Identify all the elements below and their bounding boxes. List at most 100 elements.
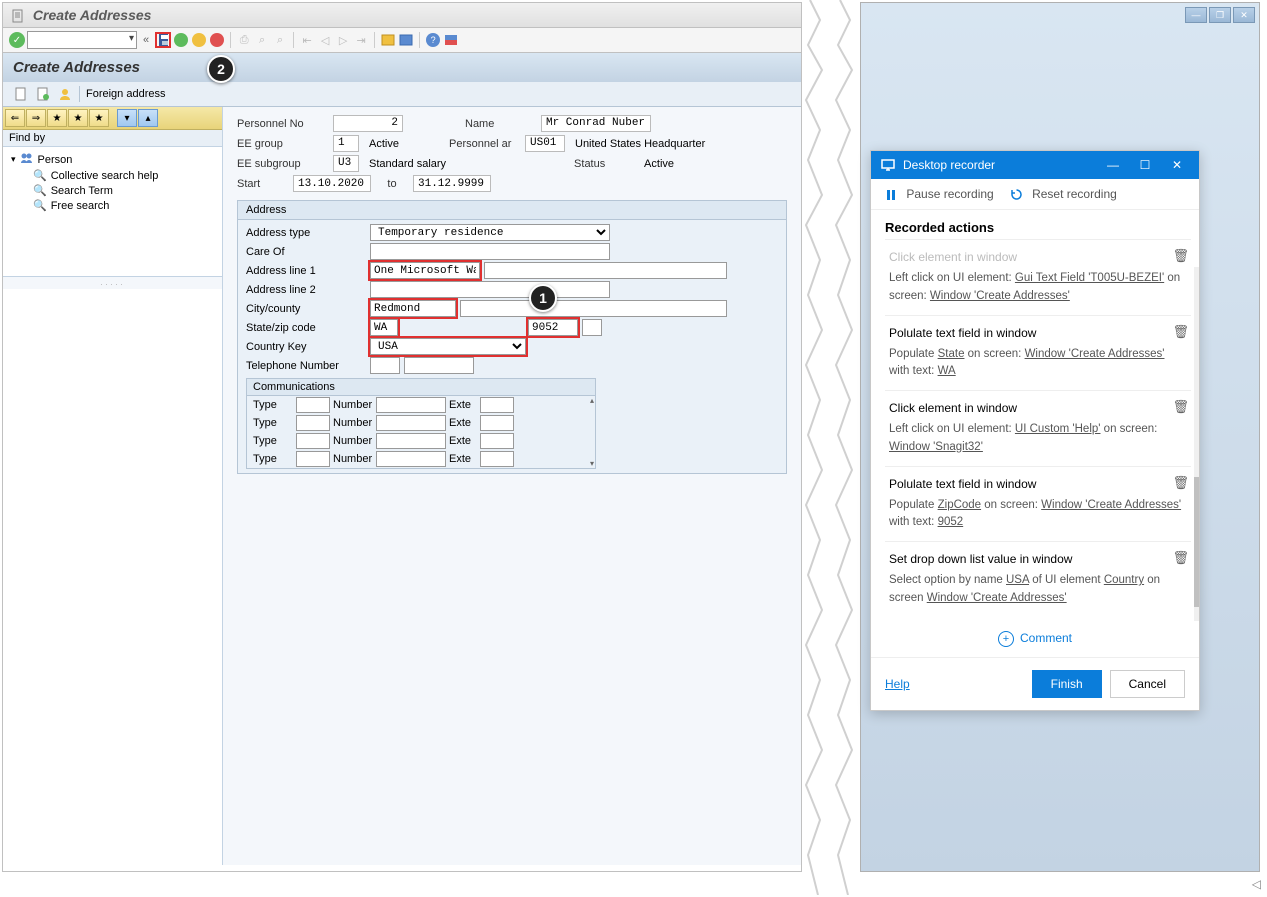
reset-recording-button[interactable]: Reset recording xyxy=(1010,187,1117,201)
recorder-close-icon[interactable]: ✕ xyxy=(1165,158,1189,172)
city-input[interactable] xyxy=(370,300,456,317)
comm-type-input[interactable] xyxy=(296,451,330,467)
comm-type-input[interactable] xyxy=(296,433,330,449)
start-input[interactable] xyxy=(293,175,371,192)
ee-subgroup-label: EE subgroup xyxy=(237,158,327,170)
pause-recording-button[interactable]: Pause recording xyxy=(885,187,994,201)
add-comment-button[interactable]: +Comment xyxy=(871,621,1199,657)
cancel-button[interactable]: Cancel xyxy=(1110,670,1185,698)
next-page-icon[interactable]: ▷ xyxy=(335,32,351,48)
person-icon[interactable] xyxy=(57,86,73,102)
zip-ext-input[interactable] xyxy=(582,319,602,336)
comm-scrollbar[interactable]: ▴▾ xyxy=(589,396,595,468)
shortcut-icon[interactable] xyxy=(398,32,414,48)
tree-collective-search[interactable]: 🔍Collective search help xyxy=(11,168,214,183)
doc1-icon[interactable] xyxy=(13,86,29,102)
help-icon[interactable]: ? xyxy=(425,32,441,48)
doc2-icon[interactable] xyxy=(35,86,51,102)
last-page-icon[interactable]: ⇥ xyxy=(353,32,369,48)
nav-star3-icon[interactable]: ★ xyxy=(89,109,109,127)
enter-icon[interactable]: ✓ xyxy=(9,32,25,48)
nav-down-icon[interactable]: ▾ xyxy=(117,109,137,127)
comm-number-input[interactable] xyxy=(376,397,446,413)
prev-page-icon[interactable]: ◁ xyxy=(317,32,333,48)
foreign-address-label[interactable]: Foreign address xyxy=(86,88,166,100)
trash-icon[interactable]: 🗑 xyxy=(1172,550,1189,566)
trash-icon[interactable]: 🗑 xyxy=(1172,475,1189,491)
recorded-action[interactable]: Polulate text field in window 🗑 Populate… xyxy=(885,466,1191,542)
zip-input[interactable] xyxy=(528,319,578,336)
recorder-title-text: Desktop recorder xyxy=(903,158,995,172)
resize-dots[interactable]: ····· xyxy=(3,277,222,289)
exit-icon[interactable] xyxy=(191,32,207,48)
first-page-icon[interactable]: ⇤ xyxy=(299,32,315,48)
back-icon[interactable] xyxy=(173,32,189,48)
recorded-action[interactable]: Click element in window 🗑 Left click on … xyxy=(885,390,1191,466)
main-content: Personnel No 2 Name Mr Conrad Nuber EE g… xyxy=(223,107,801,865)
recorded-action[interactable]: Set drop down list value in window 🗑 Sel… xyxy=(885,541,1191,617)
recorder-minimize-icon[interactable]: — xyxy=(1101,158,1125,172)
nav-up-icon[interactable]: ▴ xyxy=(138,109,158,127)
tree-blank xyxy=(3,289,222,867)
address-line2-label: Address line 2 xyxy=(246,284,366,296)
nav-icons: ⇐ ⇒ ★ ★ ★ ▾ ▴ xyxy=(3,107,222,130)
personnel-no-value[interactable]: 2 xyxy=(333,115,403,132)
phone1-input[interactable] xyxy=(370,357,400,374)
tree-search-term[interactable]: 🔍Search Term xyxy=(11,183,214,198)
comm-type-input[interactable] xyxy=(296,397,330,413)
state-input[interactable] xyxy=(370,319,398,336)
comm-number-label: Number xyxy=(333,417,373,429)
nav-back-icon[interactable]: ⇐ xyxy=(5,109,25,127)
care-of-input[interactable] xyxy=(370,243,610,260)
country-select[interactable]: USA xyxy=(370,338,526,355)
nav-star2-icon[interactable]: ★ xyxy=(68,109,88,127)
address-line1-label: Address line 1 xyxy=(246,265,366,277)
comm-type-input[interactable] xyxy=(296,415,330,431)
finish-button[interactable]: Finish xyxy=(1032,670,1102,698)
new-session-icon[interactable] xyxy=(380,32,396,48)
address-line1-input[interactable] xyxy=(370,262,480,279)
maximize-icon[interactable]: ❐ xyxy=(1209,7,1231,23)
recorded-action[interactable]: Polulate text field in window 🗑 Populate… xyxy=(885,315,1191,391)
tree-person[interactable]: ▾ Person xyxy=(11,151,214,168)
minimize-icon[interactable]: — xyxy=(1185,7,1207,23)
address-line1-ext-input[interactable] xyxy=(484,262,727,279)
nav-fwd-icon[interactable]: ⇒ xyxy=(26,109,46,127)
comm-exte-input[interactable] xyxy=(480,415,514,431)
find-icon[interactable]: ⌕ xyxy=(254,32,270,48)
to-input[interactable] xyxy=(413,175,491,192)
collapse-icon[interactable]: ◁ xyxy=(1252,877,1261,891)
help-link[interactable]: Help xyxy=(885,677,910,691)
city-label: City/county xyxy=(246,303,366,315)
save-button[interactable] xyxy=(155,32,171,48)
print-icon[interactable]: ⎙ xyxy=(236,32,252,48)
comm-exte-input[interactable] xyxy=(480,397,514,413)
command-combo[interactable] xyxy=(27,31,137,49)
recorded-actions-list: Click element in window 🗑 Left click on … xyxy=(871,239,1199,621)
comm-number-input[interactable] xyxy=(376,415,446,431)
comm-exte-input[interactable] xyxy=(480,451,514,467)
trash-icon[interactable]: 🗑 xyxy=(1172,324,1189,340)
comm-number-input[interactable] xyxy=(376,451,446,467)
name-label: Name xyxy=(465,118,535,130)
trash-icon[interactable]: 🗑 xyxy=(1172,248,1189,264)
tree-free-search[interactable]: 🔍Free search xyxy=(11,198,214,213)
phone2-input[interactable] xyxy=(404,357,474,374)
main-toolbar: ✓ « ⎙ ⌕ ⌕ ⇤ ◁ ▷ ⇥ ? xyxy=(3,28,801,53)
address-line2-input[interactable] xyxy=(370,281,610,298)
list-scrollbar[interactable] xyxy=(1194,267,1199,621)
cancel-icon[interactable] xyxy=(209,32,225,48)
find-next-icon[interactable]: ⌕ xyxy=(272,32,288,48)
address-type-select[interactable]: Temporary residence xyxy=(370,224,610,241)
county-input[interactable] xyxy=(460,300,727,317)
comm-number-input[interactable] xyxy=(376,433,446,449)
nav-star1-icon[interactable]: ★ xyxy=(47,109,67,127)
comm-exte-input[interactable] xyxy=(480,433,514,449)
reset-icon xyxy=(1010,188,1023,201)
trash-icon[interactable]: 🗑 xyxy=(1172,399,1189,415)
close-icon[interactable]: ✕ xyxy=(1233,7,1255,23)
monitor-icon xyxy=(881,158,895,172)
layout-icon[interactable] xyxy=(443,32,459,48)
recorder-maximize-icon[interactable]: ☐ xyxy=(1133,158,1157,172)
recorded-action[interactable]: Click element in window 🗑 Left click on … xyxy=(885,239,1191,315)
